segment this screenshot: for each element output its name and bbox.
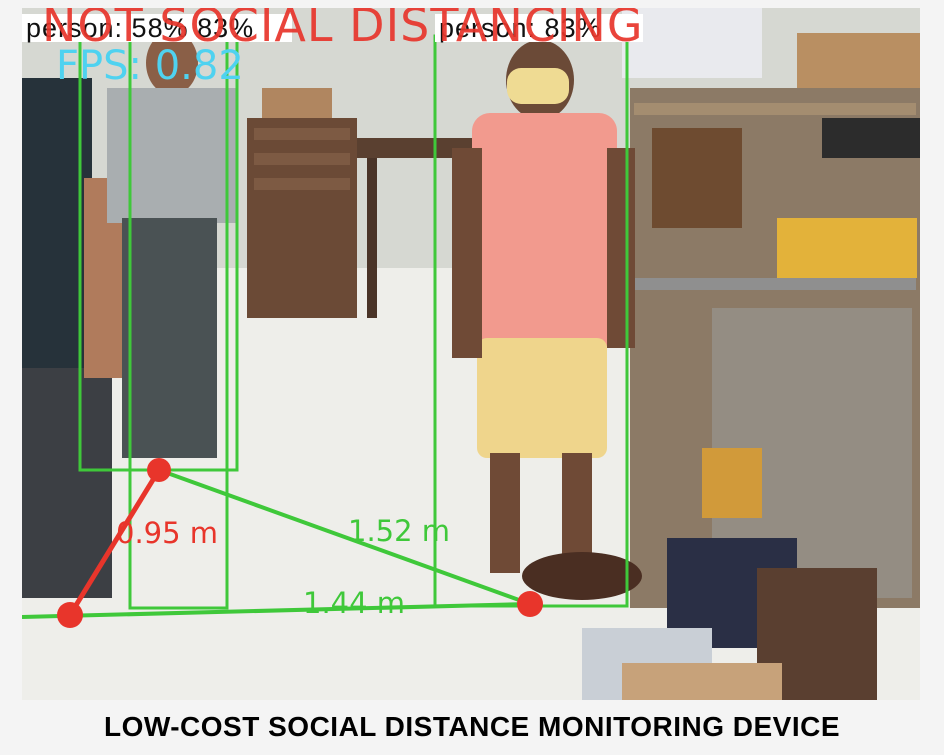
person-middle-pants bbox=[122, 218, 217, 458]
stacked-chairs bbox=[247, 118, 357, 318]
person-right-shorts bbox=[477, 338, 607, 458]
telephone bbox=[822, 118, 920, 158]
distance-label-diagonal: 1.52 m bbox=[348, 514, 451, 548]
camera-frame: person: 58% 83% person: 83% NOT SOCIAL D… bbox=[22, 8, 920, 700]
room-scene bbox=[22, 8, 920, 700]
point-person-middle bbox=[147, 458, 171, 482]
caption-title: LOW-COST SOCIAL DISTANCE MONITORING DEVI… bbox=[103, 711, 840, 742]
person-right-shirt bbox=[472, 113, 617, 348]
floor-mat bbox=[522, 552, 642, 600]
yellow-machine bbox=[777, 218, 917, 278]
distance-label-red: 0.95 m bbox=[116, 516, 219, 550]
point-person-left bbox=[57, 602, 83, 628]
fps-counter: FPS: 0.82 bbox=[56, 43, 244, 89]
person-left-pants bbox=[22, 368, 112, 598]
person-middle-shirt bbox=[107, 88, 237, 223]
status-warning: NOT SOCIAL DISTANCING bbox=[42, 8, 644, 52]
distance-label-bottom: 1.44 m bbox=[303, 586, 406, 620]
carton bbox=[622, 663, 782, 700]
point-person-right bbox=[517, 591, 543, 617]
face-mask bbox=[507, 68, 569, 104]
